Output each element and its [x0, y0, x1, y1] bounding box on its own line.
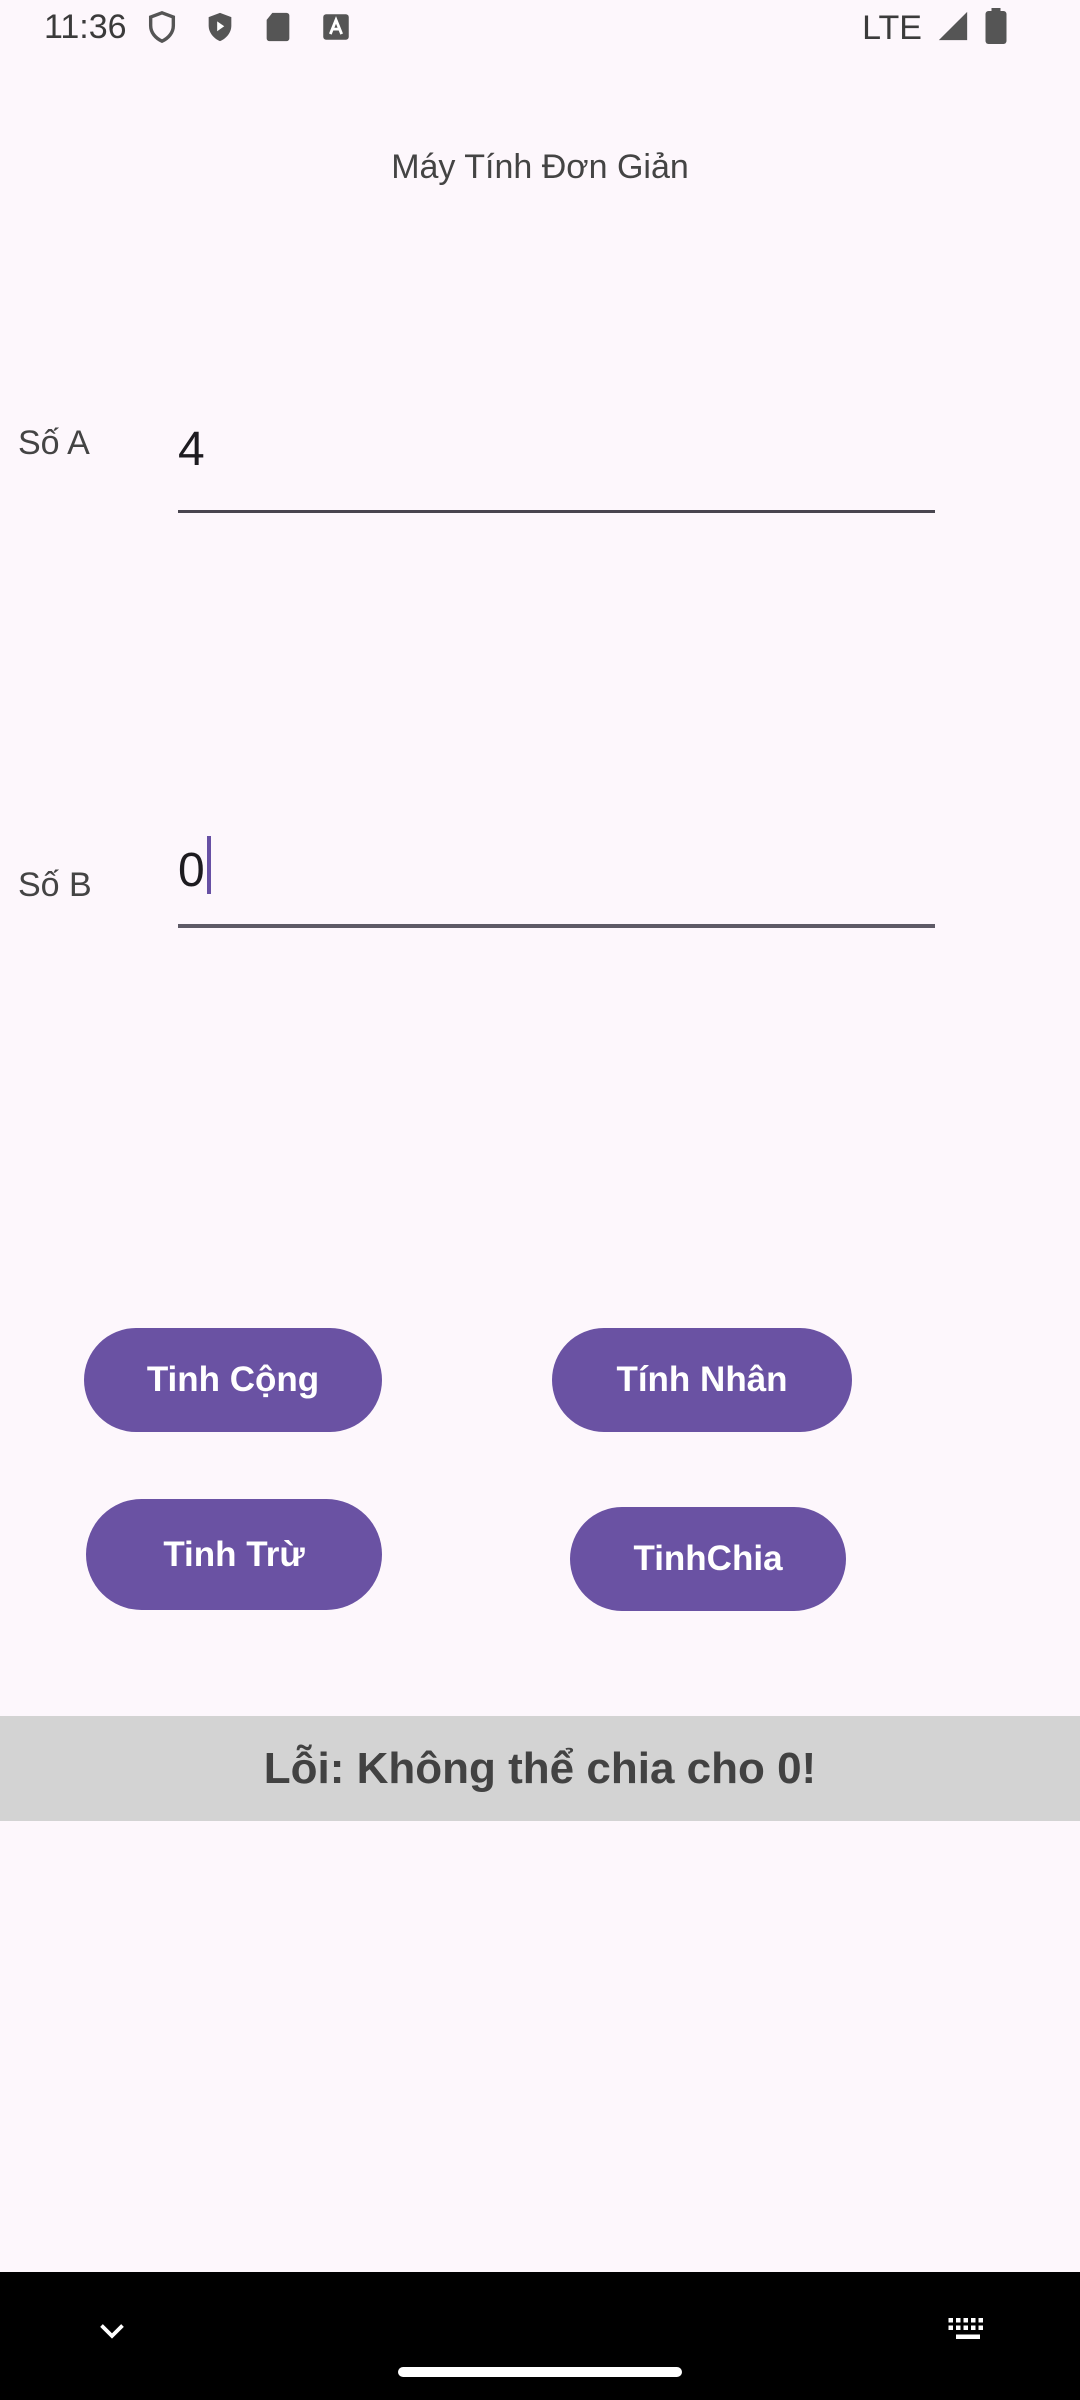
result-text: Lỗi: Không thể chia cho 0! — [263, 1743, 817, 1793]
status-notification-icons — [145, 10, 353, 44]
keyboard-icon[interactable] — [944, 2312, 992, 2353]
number-b-label: Số B — [18, 866, 92, 904]
home-handle[interactable] — [398, 2367, 682, 2377]
status-bar: 11:36 LTE — [0, 0, 1080, 62]
app-title: Máy Tính Đơn Giản — [391, 148, 689, 186]
subtract-button[interactable]: Tinh Trừ — [86, 1499, 382, 1610]
add-button[interactable]: Tinh Cộng — [84, 1328, 382, 1432]
chevron-down-icon[interactable] — [94, 2312, 130, 2353]
keyboard-a-icon — [319, 10, 353, 44]
number-a-field[interactable]: 4 — [178, 400, 935, 513]
status-system-icons: LTE — [862, 8, 1008, 49]
status-time: 11:36 — [44, 8, 127, 46]
text-cursor — [206, 836, 211, 894]
divide-button[interactable]: TinhChia — [570, 1507, 846, 1611]
number-b-value-wrap: 0 — [178, 836, 211, 898]
navigation-bar — [0, 2272, 1080, 2400]
number-a-value: 4 — [178, 423, 205, 476]
number-a-label: Số A — [18, 424, 90, 462]
battery-icon — [984, 8, 1008, 49]
network-type: LTE — [862, 9, 922, 47]
play-protect-icon — [203, 10, 237, 44]
number-b-value: 0 — [178, 844, 205, 897]
signal-icon — [936, 9, 970, 48]
multiply-button[interactable]: Tính Nhân — [552, 1328, 852, 1432]
sd-card-icon — [261, 10, 295, 44]
result-bar: Lỗi: Không thể chia cho 0! — [0, 1716, 1080, 1821]
number-b-field[interactable]: 0 — [178, 814, 935, 928]
shield-icon — [145, 10, 179, 44]
